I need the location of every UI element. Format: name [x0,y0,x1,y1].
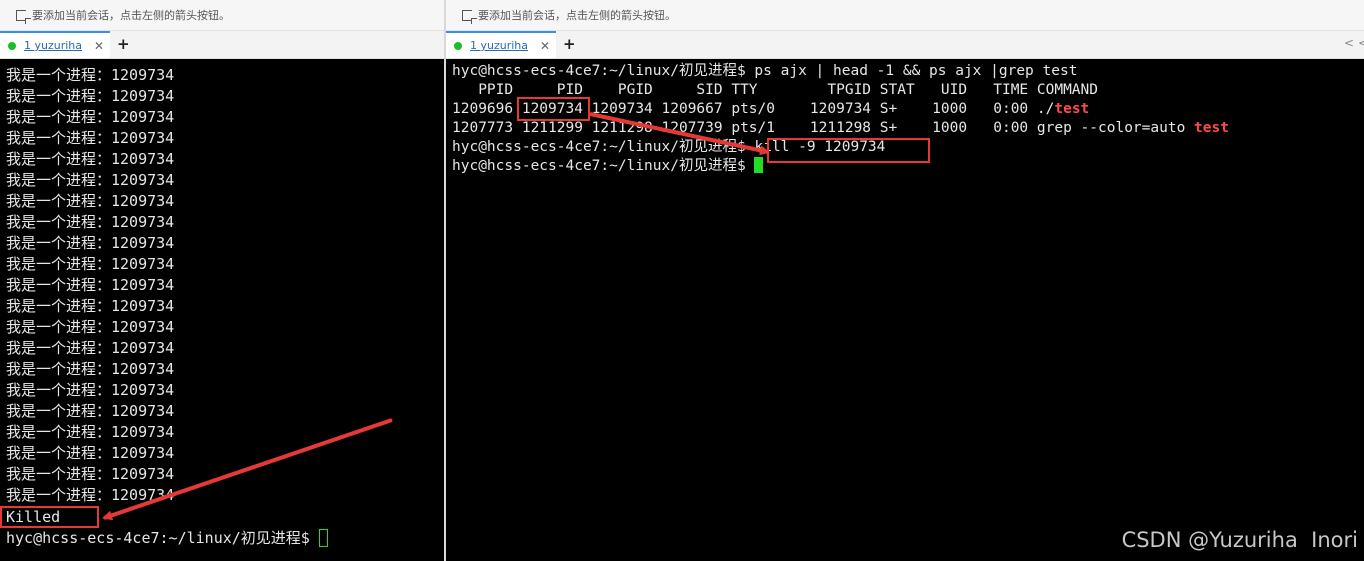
output-line: 我是一个进程：1209734 [6,171,175,189]
output-line: 我是一个进程：1209734 [6,381,175,399]
tab-label: 1 yuzuriha [470,39,529,52]
session-hint-text: 要添加当前会话，点击左侧的箭头按钮。 [478,9,676,22]
connected-status-icon [8,41,16,50]
watermark: CSDN @Yuzuriha Inori [1121,528,1358,552]
terminal-cursor [754,157,764,173]
ps-command-line: hyc@hcss-ecs-4ce7:~/linux/初见进程$ ps ajx |… [452,63,1078,79]
session-hint-text: 要添加当前会话，点击左侧的箭头按钮。 [32,9,230,22]
output-line: 我是一个进程：1209734 [6,66,175,84]
output-line: 我是一个进程：1209734 [6,423,175,441]
tab-yuzuriha[interactable]: 1 yuzuriha ✕ [446,31,556,58]
session-hint-bar: 要添加当前会话，点击左侧的箭头按钮。 [0,0,444,31]
tab-close-icon[interactable]: ✕ [540,39,550,53]
output-line: 我是一个进程：1209734 [6,444,175,462]
new-tab-button[interactable]: + [563,35,576,53]
output-line: 我是一个进程：1209734 [6,108,175,126]
output-line: 我是一个进程：1209734 [6,213,175,231]
shell-prompt-line: hyc@hcss-ecs-4ce7:~/linux/初见进程$ [452,157,764,176]
killed-highlight-box [0,506,99,528]
output-line: 我是一个进程：1209734 [6,129,175,147]
ps-row-grep: 1207773 1211299 1211298 1207739 pts/1 12… [452,119,1229,138]
shell-prompt: hyc@hcss-ecs-4ce7:~/linux/初见进程$ [452,158,755,174]
right-session-pane: 要添加当前会话，点击左侧的箭头按钮。 1 yuzuriha ✕ + < < hy… [446,0,1364,561]
add-session-arrow-icon[interactable] [462,9,477,24]
pid-highlight-box [517,97,590,121]
tab-strip: 1 yuzuriha ✕ + [0,31,444,59]
shell-prompt: hyc@hcss-ecs-4ce7:~/linux/初见进程$ [452,139,755,155]
output-line: 我是一个进程：1209734 [6,234,175,252]
session-hint-bar: 要添加当前会话，点击左侧的箭头按钮。 [446,0,1364,31]
output-line: 我是一个进程：1209734 [6,87,175,105]
terminal-output[interactable]: hyc@hcss-ecs-4ce7:~/linux/初见进程$ ps ajx |… [446,59,1364,561]
output-line: 我是一个进程：1209734 [6,276,175,294]
add-session-arrow-icon[interactable] [16,9,31,24]
shell-prompt: hyc@hcss-ecs-4ce7:~/linux/初见进程$ [6,529,319,547]
output-line: 我是一个进程：1209734 [6,192,175,210]
new-tab-button[interactable]: + [117,35,130,53]
kill-command-highlight-box [767,138,930,163]
shell-prompt-line: hyc@hcss-ecs-4ce7:~/linux/初见进程$ [6,528,328,549]
connected-status-icon [454,41,462,50]
terminal-cursor [318,529,328,547]
ps-row-text: 1207773 1211299 1211298 1207739 pts/1 12… [452,120,1195,136]
output-line: 我是一个进程：1209734 [6,360,175,378]
output-line: 我是一个进程：1209734 [6,402,175,420]
output-line: 我是一个进程：1209734 [6,339,175,357]
grep-match: test [1054,101,1090,117]
tab-close-icon[interactable]: ✕ [94,39,104,53]
scroll-tabs-left-icon[interactable]: < [1344,36,1354,50]
scroll-tabs-right-icon[interactable]: < [1358,36,1364,50]
tab-label: 1 yuzuriha [24,39,83,52]
output-line: 我是一个进程：1209734 [6,318,175,336]
terminal-output[interactable]: 我是一个进程：1209734 我是一个进程：1209734 我是一个进程：12097… [0,59,444,561]
grep-match: test [1194,120,1229,136]
tab-yuzuriha[interactable]: 1 yuzuriha ✕ [0,31,110,58]
output-line: 我是一个进程：1209734 [6,465,175,483]
output-line: 我是一个进程：1209734 [6,150,175,168]
output-line: 我是一个进程：1209734 [6,255,175,273]
output-line: 我是一个进程：1209734 [6,486,175,504]
output-line: 我是一个进程：1209734 [6,297,175,315]
tab-strip: 1 yuzuriha ✕ + < < [446,31,1364,59]
left-session-pane: 要添加当前会话，点击左侧的箭头按钮。 1 yuzuriha ✕ + 我是一个进程… [0,0,444,561]
